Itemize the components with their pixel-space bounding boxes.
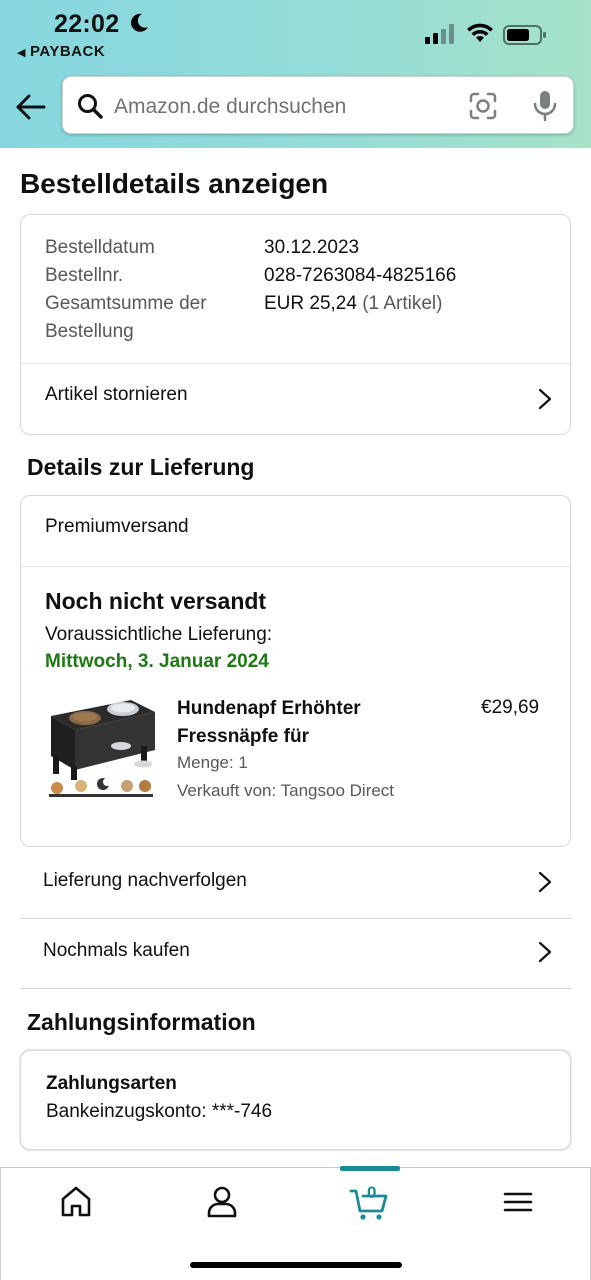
product-seller: Verkauft von: Tangsoo Direct	[177, 781, 395, 800]
back-arrow-icon[interactable]	[14, 90, 48, 124]
search-input[interactable]: Amazon.de durchsuchen	[114, 95, 346, 119]
delivery-section-title: Details zur Lieferung	[27, 454, 255, 480]
expected-delivery-label: Voraussichtliche Lieferung:	[45, 624, 273, 645]
camera-scan-icon[interactable]	[468, 91, 498, 121]
order-total-value: EUR 25,24 (1 Artikel)	[264, 290, 442, 318]
divider	[20, 988, 572, 989]
order-total-items: (1 Artikel)	[362, 293, 443, 314]
product-quantity: Menge: 1	[177, 753, 248, 772]
microphone-icon[interactable]	[533, 90, 557, 122]
wifi-icon	[467, 23, 493, 42]
payment-method-value: Bankeinzugskonto: ***-746	[46, 1101, 273, 1122]
chevron-right-icon	[538, 388, 552, 410]
back-to-app-link[interactable]: ◀ PAYBACK	[17, 43, 105, 60]
search-bar[interactable]: Amazon.de durchsuchen	[62, 76, 574, 134]
divider	[21, 566, 570, 567]
product-price: €29,69	[481, 697, 540, 718]
home-indicator[interactable]	[190, 1262, 402, 1268]
order-total-label-line2: Bestellung	[45, 321, 134, 342]
order-date-value: 30.12.2023	[264, 237, 360, 258]
shipping-method: Premiumversand	[45, 516, 189, 537]
product-image[interactable]	[45, 694, 157, 804]
product-name-line1: Hundenapf Erhöhter	[177, 698, 361, 719]
app-header: 22:02 ◀ PAYBACK Amazon.de durchsuchen	[0, 0, 591, 148]
buy-again-label: Nochmals kaufen	[43, 940, 190, 961]
chevron-right-icon	[538, 941, 552, 963]
back-triangle-icon: ◀	[17, 47, 26, 59]
product-name[interactable]: Hundenapf Erhöhter Fressnäpfe für	[177, 695, 417, 751]
buy-again-row[interactable]: Nochmals kaufen	[20, 919, 572, 988]
search-icon	[78, 94, 103, 119]
home-icon[interactable]	[56, 1182, 96, 1222]
track-delivery-row[interactable]: Lieferung nachverfolgen	[20, 849, 572, 918]
delivery-card: Premiumversand Noch nicht versandt Vorau…	[20, 495, 571, 847]
back-app-label: PAYBACK	[29, 43, 106, 60]
expected-delivery-date: Mittwoch, 3. Januar 2024	[45, 651, 269, 672]
order-total-amount: EUR 25,24	[264, 293, 357, 314]
menu-icon[interactable]	[498, 1182, 538, 1222]
cart-count-badge: 0	[367, 1183, 377, 1202]
account-icon[interactable]	[202, 1182, 242, 1222]
order-summary-card: Bestelldatum 30.12.2023 Bestellnr. 028-7…	[20, 214, 571, 435]
payment-method-title: Zahlungsarten	[46, 1073, 177, 1094]
page-title: Bestelldetails anzeigen	[20, 168, 329, 199]
shipment-status: Noch nicht versandt	[45, 588, 267, 614]
payment-section-title: Zahlungsinformation	[27, 1009, 256, 1035]
cancel-items-row[interactable]: Artikel stornieren	[21, 364, 570, 434]
cellular-signal-icon	[425, 24, 454, 44]
order-total-label-line1: Gesamtsumme der	[45, 293, 207, 314]
moon-icon	[131, 13, 148, 32]
order-number-value: 028-7263084-4825166	[264, 265, 457, 286]
cancel-items-label: Artikel stornieren	[45, 384, 188, 405]
product-name-line2: Fressnäpfe für	[177, 726, 309, 747]
chevron-right-icon	[538, 871, 552, 893]
battery-icon	[503, 25, 546, 45]
status-time: 22:02	[54, 10, 120, 38]
payment-card: Zahlungsarten Bankeinzugskonto: ***-746	[20, 1050, 571, 1150]
active-tab-indicator	[340, 1166, 400, 1171]
track-delivery-label: Lieferung nachverfolgen	[43, 870, 247, 891]
order-number-label: Bestellnr.	[45, 265, 124, 286]
order-date-label: Bestelldatum	[45, 237, 155, 258]
